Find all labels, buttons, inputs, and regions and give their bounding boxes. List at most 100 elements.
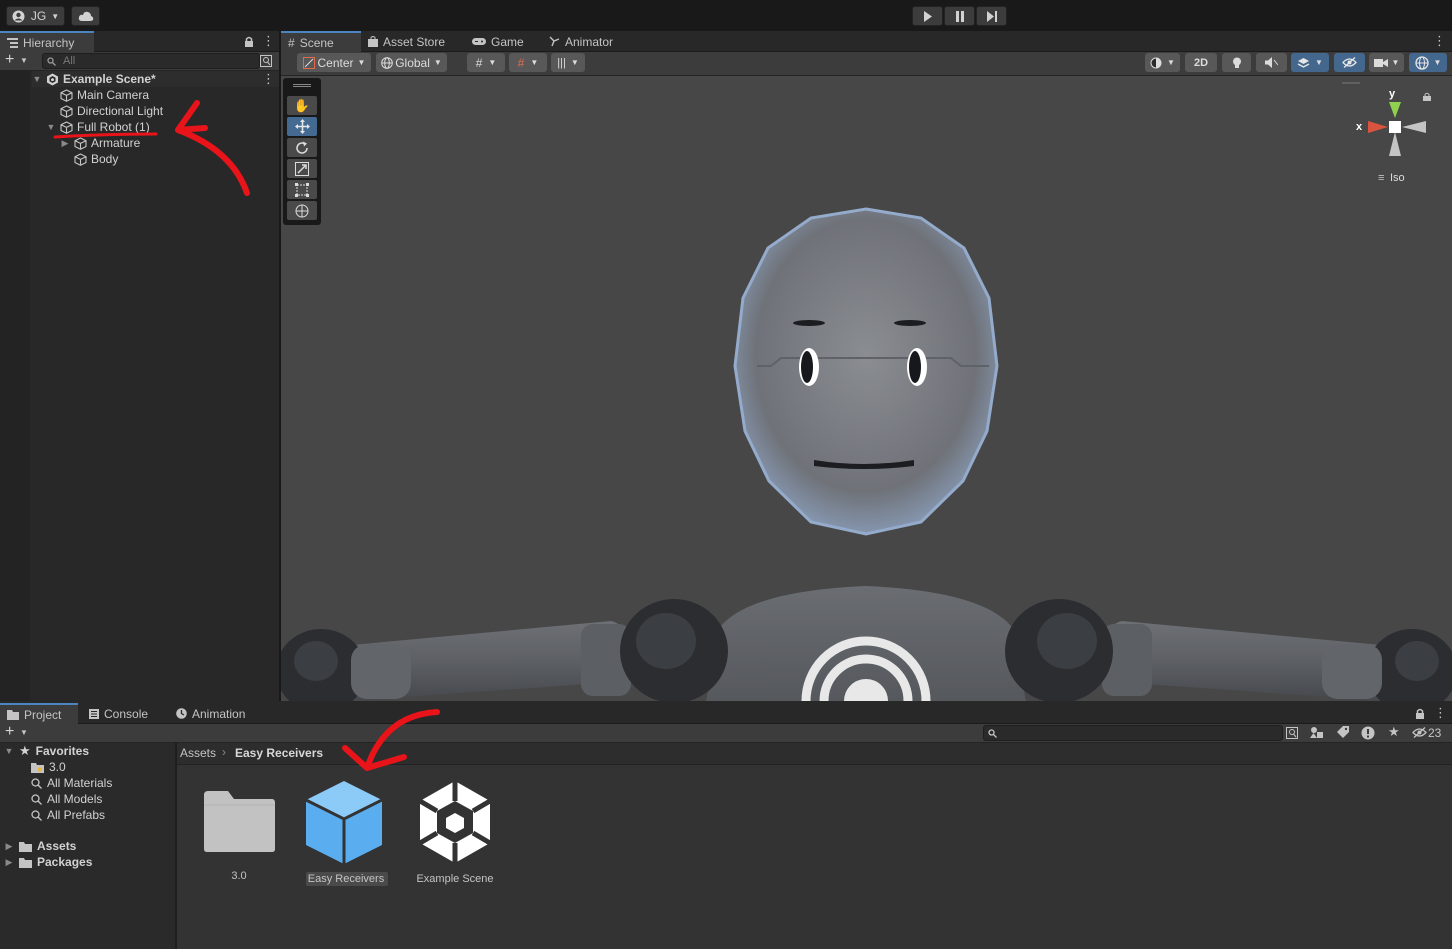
projection-label[interactable]: Iso <box>1390 172 1405 184</box>
foldout-closed-icon[interactable]: ▶ <box>60 138 70 149</box>
step-icon <box>986 10 997 22</box>
toggle-2d-label: 2D <box>1193 56 1209 69</box>
asset-label: Easy Receivers <box>307 873 385 885</box>
hierarchy-gutter <box>0 71 30 701</box>
add-icon[interactable]: + <box>5 51 14 69</box>
cloud-icon <box>78 11 93 21</box>
tab-animator[interactable]: Animator <box>542 31 620 52</box>
gizmo-globe-icon <box>1414 55 1429 70</box>
kebab-menu-icon[interactable]: ⋮ <box>262 33 275 49</box>
chevron-down-icon: ▼ <box>1167 58 1175 67</box>
tab-asset-store[interactable]: Asset Store <box>361 31 452 52</box>
tab-project[interactable]: Project <box>0 703 78 724</box>
pivot-rotation-dropdown[interactable]: Global ▼ <box>376 53 447 72</box>
label-tag-icon[interactable] <box>1336 726 1349 739</box>
step-button[interactable] <box>976 6 1007 26</box>
toggle-2d-button[interactable]: 2D <box>1185 53 1217 72</box>
drag-handle-icon[interactable] <box>293 84 311 87</box>
gizmos-dropdown[interactable]: ▼ <box>1409 53 1447 72</box>
hierarchy-item-armature[interactable]: ▶ Armature <box>60 135 141 151</box>
align-button[interactable]: ||| ▼ <box>551 53 585 72</box>
project-panel: Project Console Animation ⋮ + ▼ ★ 23 ▼ ★… <box>0 701 1452 949</box>
shading-mode-dropdown[interactable]: ▼ <box>1145 53 1180 72</box>
hierarchy-item-body[interactable]: Body <box>74 151 118 167</box>
audio-toggle-button[interactable] <box>1256 53 1287 72</box>
orientation-gizmo[interactable]: y x ≡ Iso <box>1340 80 1440 195</box>
lighting-toggle-button[interactable] <box>1222 53 1251 72</box>
hierarchy-toolbar: + ▼ All <box>0 51 279 71</box>
foldout-open-icon[interactable]: ▼ <box>4 746 14 756</box>
scene-viewport[interactable] <box>281 76 1452 701</box>
foldout-open-icon[interactable]: ▼ <box>46 122 56 132</box>
scale-tool-button[interactable] <box>287 159 317 178</box>
tab-animator-label: Animator <box>565 34 614 49</box>
scene-row[interactable]: ▼ Example Scene* <box>32 71 279 87</box>
hierarchy-item-full-robot[interactable]: ▼ Full Robot (1) <box>46 119 150 135</box>
foldout-open-icon[interactable]: ▼ <box>32 74 42 84</box>
breadcrumb-easy-receivers[interactable]: Easy Receivers <box>235 746 323 760</box>
rotate-tool-button[interactable] <box>287 138 317 157</box>
kebab-menu-icon[interactable]: ⋮ <box>1433 33 1446 49</box>
favorites-header[interactable]: ▼ ★ Favorites <box>4 743 89 759</box>
star-icon: ★ <box>19 743 31 758</box>
star-favorite-icon[interactable]: ★ <box>1388 724 1400 740</box>
hierarchy-search-input[interactable]: All <box>42 53 260 69</box>
tab-scene[interactable]: # Scene <box>281 31 361 52</box>
play-button[interactable] <box>912 6 943 26</box>
scene-kebab-icon[interactable]: ⋮ <box>262 71 275 87</box>
rect-tool-button[interactable] <box>287 180 317 199</box>
grid-snapping-button[interactable]: # ▼ <box>467 53 505 72</box>
tab-game[interactable]: Game <box>465 31 531 52</box>
foldout-closed-icon[interactable]: ▶ <box>4 841 14 852</box>
lock-icon[interactable] <box>1415 708 1425 719</box>
unity-scene-icon <box>418 781 492 863</box>
transform-tool-button[interactable] <box>287 201 317 220</box>
assets-root-item[interactable]: ▶ Assets <box>4 838 77 854</box>
chevron-down-icon[interactable]: ▼ <box>20 728 28 737</box>
warning-filter-icon[interactable] <box>1361 726 1375 740</box>
search-options-icon[interactable] <box>260 55 272 67</box>
breadcrumb-assets[interactable]: Assets <box>180 746 216 760</box>
pause-button[interactable] <box>944 6 975 26</box>
scale-icon <box>295 161 309 176</box>
asset-item-easy-receivers[interactable]: Easy Receivers <box>300 779 392 889</box>
tab-animation[interactable]: Animation <box>169 703 252 724</box>
gameobject-cube-icon <box>74 136 87 150</box>
favorite-item-3-0[interactable]: 3.0 <box>31 759 66 775</box>
filter-type-icon[interactable] <box>1310 726 1323 739</box>
asset-item-example-scene[interactable]: Example Scene <box>410 779 500 889</box>
scene-visibility-button[interactable] <box>1334 53 1365 72</box>
effects-dropdown[interactable]: ▼ <box>1291 53 1329 72</box>
favorite-item-all-prefabs[interactable]: All Prefabs <box>31 807 105 823</box>
hierarchy-item-directional-light[interactable]: Directional Light <box>60 103 163 119</box>
hand-tool-button[interactable]: ✋ <box>287 96 317 115</box>
pivot-mode-dropdown[interactable]: Center ▼ <box>297 53 371 72</box>
asset-item-folder-3-0[interactable]: 3.0 <box>200 789 278 889</box>
cloud-button[interactable] <box>71 6 100 26</box>
tab-console[interactable]: Console <box>82 703 155 724</box>
hierarchy-item-main-camera[interactable]: Main Camera <box>60 87 149 103</box>
favorite-item-all-models[interactable]: All Models <box>31 791 102 807</box>
lock-icon[interactable] <box>1423 92 1431 101</box>
increment-snap-button[interactable]: # ▼ <box>509 53 547 72</box>
hierarchy-item-label: Armature <box>91 136 141 150</box>
hierarchy-panel: Hierarchy ⋮ + ▼ All ▼ Example Scene* ⋮ M… <box>0 31 279 701</box>
lock-icon[interactable] <box>244 36 254 47</box>
tab-hierarchy[interactable]: Hierarchy <box>0 31 94 52</box>
search-options-icon[interactable] <box>1286 727 1298 739</box>
rotate-icon <box>296 141 308 154</box>
account-dropdown[interactable]: JG ▼ <box>6 6 65 26</box>
kebab-menu-icon[interactable]: ⋮ <box>1434 705 1447 721</box>
move-tool-button[interactable] <box>287 117 317 136</box>
pause-icon <box>955 10 964 22</box>
favorite-item-all-materials[interactable]: All Materials <box>31 775 112 791</box>
project-search-input[interactable] <box>983 725 1283 741</box>
foldout-closed-icon[interactable]: ▶ <box>4 857 14 868</box>
chevron-down-icon[interactable]: ▼ <box>20 56 28 65</box>
packages-root-item[interactable]: ▶ Packages <box>4 854 93 870</box>
scene-camera-dropdown[interactable]: ▼ <box>1369 53 1404 72</box>
hidden-eye-icon[interactable] <box>1412 727 1427 738</box>
add-icon[interactable]: + <box>5 723 14 741</box>
globe-icon <box>381 56 393 69</box>
search-icon <box>47 57 56 66</box>
